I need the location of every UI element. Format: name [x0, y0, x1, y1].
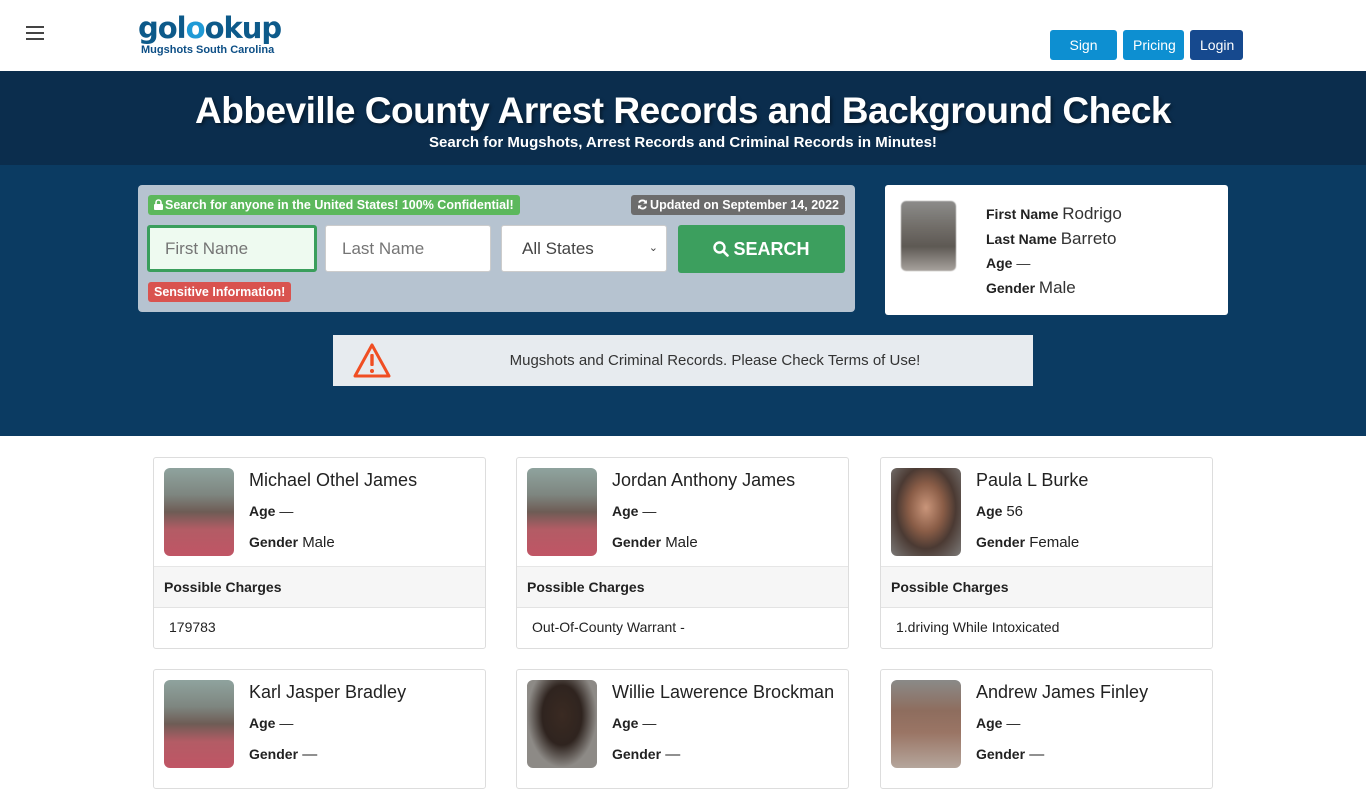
mugshot-photo: [891, 680, 961, 768]
last-name-input[interactable]: [325, 225, 491, 272]
login-button[interactable]: Login: [1190, 30, 1243, 60]
record-age: Age —: [612, 503, 657, 519]
notice-message: Mugshots and Criminal Records. Please Ch…: [509, 352, 921, 369]
mugshot-photo: [164, 468, 234, 556]
record-card[interactable]: Willie Lawerence Brockman Age — Gender —: [516, 669, 849, 789]
record-card[interactable]: Jordan Anthony James Age — Gender Male P…: [516, 457, 849, 649]
mugshot-photo: [527, 680, 597, 768]
record-age: Age —: [249, 503, 294, 519]
mugshot-photo: [891, 468, 961, 556]
record-name[interactable]: Willie Lawerence Brockman: [612, 682, 834, 703]
pricing-button[interactable]: Pricing: [1123, 30, 1184, 60]
logo-wordmark: golookup: [138, 11, 282, 45]
lock-icon: [154, 199, 163, 210]
record-name[interactable]: Paula L Burke: [976, 470, 1088, 491]
record-gender: Gender —: [249, 746, 318, 763]
record-age: Age 56: [976, 503, 1024, 520]
menu-hamburger-icon[interactable]: [26, 26, 44, 42]
record-card[interactable]: Andrew James Finley Age — Gender —: [880, 669, 1213, 789]
search-icon: [713, 241, 730, 257]
record-name[interactable]: Karl Jasper Bradley: [249, 682, 406, 703]
age-row: Age —: [986, 255, 1031, 271]
record-gender: Gender Male: [249, 534, 335, 551]
page-title: Abbeville County Arrest Records and Back…: [195, 90, 1171, 131]
last-name-row: Last Name Barreto: [986, 228, 1117, 248]
record-name[interactable]: Andrew James Finley: [976, 682, 1148, 703]
page-subtitle: Search for Mugshots, Arrest Records and …: [429, 134, 937, 151]
refresh-icon: [638, 199, 648, 210]
confidential-badge: Search for anyone in the United States! …: [148, 195, 520, 215]
possible-charges-value: 1.driving While Intoxicated: [896, 619, 1060, 635]
top-navbar: golookup Mugshots South Carolina Sign Up…: [0, 0, 1366, 83]
record-gender: Gender —: [976, 746, 1045, 763]
possible-charges-header: Possible Charges: [881, 566, 1212, 608]
record-card[interactable]: Michael Othel James Age — Gender Male Po…: [153, 457, 486, 649]
gender-row: Gender Male: [986, 277, 1076, 297]
search-panel: Search for anyone in the United States! …: [138, 185, 855, 312]
mugshot-photo: [901, 201, 956, 271]
chevron-down-icon: ⌄: [648, 242, 658, 254]
sensitive-info-badge: Sensitive Information!: [148, 282, 292, 302]
record-name[interactable]: Jordan Anthony James: [612, 470, 795, 491]
record-gender: Gender —: [612, 746, 681, 763]
logo-subtitle: Mugshots South Carolina: [141, 44, 275, 56]
record-age: Age —: [612, 715, 657, 731]
featured-record-card[interactable]: First Name Rodrigo Last Name Barreto Age…: [885, 185, 1228, 315]
possible-charges-value: Out-Of-County Warrant -: [532, 619, 685, 635]
site-logo[interactable]: golookup Mugshots South Carolina: [138, 11, 282, 56]
sign-up-button[interactable]: Sign Up: [1050, 30, 1117, 83]
record-age: Age —: [976, 715, 1021, 731]
possible-charges-value: 179783: [169, 619, 216, 635]
updated-badge: Updated on September 14, 2022: [631, 195, 845, 215]
first-name-input[interactable]: [147, 225, 317, 272]
first-name-row: First Name Rodrigo: [986, 204, 1122, 223]
mugshot-photo: [164, 680, 234, 768]
record-age: Age —: [249, 715, 294, 731]
possible-charges-header: Possible Charges: [517, 566, 848, 608]
terms-notice: Mugshots and Criminal Records. Please Ch…: [333, 335, 1033, 386]
state-select[interactable]: All States ⌄: [501, 225, 667, 272]
search-button[interactable]: SEARCH: [678, 225, 845, 273]
record-gender: Gender Male: [612, 534, 698, 551]
mugshot-photo: [527, 468, 597, 556]
record-card[interactable]: Paula L Burke Age 56 Gender Female Possi…: [880, 457, 1213, 649]
possible-charges-header: Possible Charges: [154, 566, 485, 608]
record-name[interactable]: Michael Othel James: [249, 470, 417, 491]
record-gender: Gender Female: [976, 534, 1080, 551]
record-card[interactable]: Karl Jasper Bradley Age — Gender —: [153, 669, 486, 789]
